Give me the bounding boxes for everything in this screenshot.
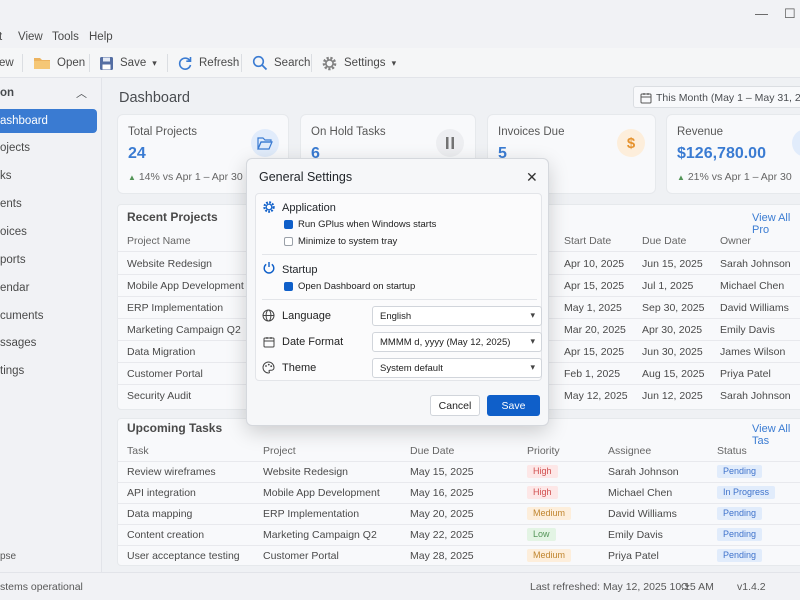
save-settings-button[interactable]: Save: [487, 395, 540, 416]
theme-select[interactable]: System default ▾: [372, 358, 542, 378]
chevron-down-icon: ▾: [530, 336, 535, 346]
application-heading: Application: [282, 202, 336, 214]
palette-icon: [262, 361, 275, 374]
date-format-value: MMMM d, yyyy (May 12, 2025): [380, 337, 511, 348]
cancel-button[interactable]: Cancel: [430, 395, 480, 416]
general-settings-dialog: General Settings ✕ Application Run GPlus…: [246, 158, 549, 426]
chevron-down-icon: ▾: [530, 362, 535, 372]
run-on-startup-checkbox[interactable]: [284, 220, 293, 229]
open-dashboard-checkbox[interactable]: [284, 282, 293, 291]
power-icon: [263, 262, 275, 274]
chevron-down-icon: ▾: [530, 310, 535, 320]
theme-value: System default: [380, 363, 443, 374]
minimize-to-tray-label: Minimize to system tray: [298, 236, 398, 247]
open-dashboard-label: Open Dashboard on startup: [298, 281, 416, 292]
language-label: Language: [282, 310, 331, 322]
calendar-icon: [263, 337, 275, 348]
dialog-title: General Settings: [259, 170, 353, 184]
settings-panel: Application Run GPlus when Windows start…: [255, 193, 542, 381]
language-value: English: [380, 311, 412, 322]
theme-label: Theme: [282, 362, 317, 374]
date-format-label: Date Format: [282, 336, 344, 348]
language-select[interactable]: English ▾: [372, 306, 542, 326]
minimize-to-tray-checkbox[interactable]: [284, 237, 293, 246]
gear-icon: [263, 201, 275, 213]
date-format-select[interactable]: MMMM d, yyyy (May 12, 2025) ▾: [372, 332, 542, 352]
globe-icon: [262, 309, 275, 322]
startup-heading: Startup: [282, 264, 318, 276]
run-on-startup-label: Run GPlus when Windows starts: [298, 219, 437, 230]
close-icon[interactable]: ✕: [526, 169, 538, 186]
